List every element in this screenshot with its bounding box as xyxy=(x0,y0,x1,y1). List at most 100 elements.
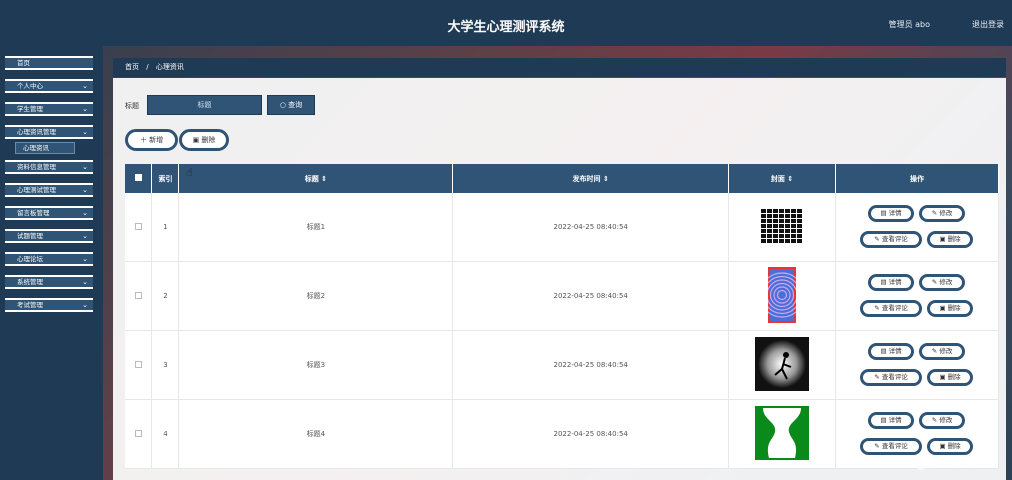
row-cover xyxy=(728,399,837,469)
edit-button[interactable]: ✎ 修改 xyxy=(919,274,966,291)
comment-icon: ✎ xyxy=(874,442,880,450)
batch-delete-label: 删除 xyxy=(201,136,216,144)
sidebar-item[interactable]: 留言板管理 ⌄ xyxy=(5,206,93,220)
select-all-checkbox[interactable] xyxy=(134,174,142,181)
delete-button[interactable]: ▣ 删除 xyxy=(927,300,974,317)
edit-button[interactable]: ✎ 修改 xyxy=(919,343,966,360)
sidebar-subitem[interactable]: 心理资讯 xyxy=(15,142,75,154)
view-comments-label: 查看评论 xyxy=(881,304,908,312)
header-cover-label: 封面 xyxy=(770,174,785,183)
sidebar-item-label: 学生管理 xyxy=(17,105,43,113)
sidebar-item[interactable]: 心理测试管理 ⌄ xyxy=(5,183,93,197)
table-row[interactable]: 3 标题3 2022-04-25 08:40:54 ▤ 详情 ✎ 修改 ✎ 查看评论 ▣ 删… xyxy=(125,330,999,400)
edit-icon: ✎ xyxy=(931,209,938,217)
table-header-row: 索引 标题 ⇕ 发布时间 ⇕ 封面 ⇕ 操作 xyxy=(125,164,999,193)
table-body: 1 标题1 2022-04-25 08:40:54 ▤ 详情 ✎ 修改 ✎ 查看评论 ▣ 删… xyxy=(125,193,999,469)
row-time: 2022-04-25 08:40:54 xyxy=(452,261,730,331)
edit-button[interactable]: ✎ 修改 xyxy=(919,205,966,222)
row-ops: ▤ 详情 ✎ 修改 ✎ 查看评论 ▣ 删除 xyxy=(835,261,999,331)
row-index: 3 xyxy=(151,330,180,400)
chevron-down-icon: ⌄ xyxy=(82,255,88,263)
sidebar-item-label: 首页 xyxy=(17,59,30,67)
sidebar-item-label: 考试管理 xyxy=(17,301,43,309)
view-comments-button[interactable]: ✎ 查看评论 xyxy=(860,231,923,248)
sidebar-item[interactable]: 资料信息管理 ⌄ xyxy=(5,160,93,174)
edit-label: 修改 xyxy=(939,416,953,424)
row-cover xyxy=(728,330,837,400)
table-row[interactable]: 1 标题1 2022-04-25 08:40:54 ▤ 详情 ✎ 修改 ✎ 查看评论 ▣ 删… xyxy=(125,193,999,262)
chevron-down-icon: ⌄ xyxy=(82,163,88,171)
sidebar-item[interactable]: 试题管理 ⌄ xyxy=(5,229,93,243)
sidebar-item-label: 个人中心 xyxy=(17,82,43,90)
edit-button[interactable]: ✎ 修改 xyxy=(919,412,966,429)
detail-icon: ▤ xyxy=(880,416,887,424)
detail-label: 详情 xyxy=(888,347,902,355)
breadcrumb: 首页 / 心理资讯 xyxy=(113,58,1006,77)
trash-icon: ▣ xyxy=(192,136,200,144)
detail-button[interactable]: ▤ 详情 xyxy=(868,205,915,222)
row-index: 1 xyxy=(151,193,180,262)
sidebar-item[interactable]: 考试管理 ⌄ xyxy=(5,298,93,312)
search-button-label: 查询 xyxy=(288,101,303,109)
table-row[interactable]: 2 标题2 2022-04-25 08:40:54 ▤ 详情 ✎ 修改 ✎ 查看评论 ▣ 删… xyxy=(125,261,999,331)
chevron-down-icon: ⌄ xyxy=(82,128,88,136)
sidebar-item[interactable]: 系统管理 ⌄ xyxy=(5,275,93,289)
breadcrumb-current: 心理资讯 xyxy=(155,63,184,71)
detail-button[interactable]: ▤ 详情 xyxy=(868,274,915,291)
batch-delete-button[interactable]: ▣ 删除 xyxy=(179,129,229,151)
view-comments-label: 查看评论 xyxy=(881,373,908,381)
detail-button[interactable]: ▤ 详情 xyxy=(868,412,915,429)
content-panel: 标题 标题 ○ 查询 ＋ 新增 ▣ 删除 索引 标题 ⇕ 发布时间 ⇕ 封面 ⇕… xyxy=(113,78,1006,480)
sidebar-item[interactable]: 个人中心 ⌄ xyxy=(5,79,93,93)
edit-label: 修改 xyxy=(939,278,953,286)
row-time: 2022-04-25 08:40:54 xyxy=(452,399,730,469)
select-all-header[interactable] xyxy=(125,164,153,193)
search-button[interactable]: ○ 查询 xyxy=(267,95,315,115)
detail-label: 详情 xyxy=(888,278,902,286)
sidebar-item[interactable]: 首页 xyxy=(5,56,93,70)
row-checkbox[interactable] xyxy=(134,429,142,437)
breadcrumb-home[interactable]: 首页 xyxy=(125,63,139,71)
sidebar-item[interactable]: 学生管理 ⌄ xyxy=(5,102,93,116)
row-checkbox[interactable] xyxy=(134,291,142,299)
view-comments-label: 查看评论 xyxy=(881,235,908,243)
sidebar-item-label: 心理测试管理 xyxy=(17,186,56,194)
detail-label: 详情 xyxy=(888,209,902,217)
logout-link[interactable]: 退出登录 xyxy=(972,19,1004,30)
trash-icon: ▣ xyxy=(939,304,946,312)
row-select-cell[interactable] xyxy=(125,399,153,469)
row-select-cell[interactable] xyxy=(125,193,153,262)
comment-icon: ✎ xyxy=(874,304,880,312)
sidebar-item[interactable]: 心理资讯管理 ⌄ xyxy=(5,125,93,139)
header-cover[interactable]: 封面 ⇕ xyxy=(728,164,837,193)
sidebar: 首页 个人中心 ⌄ 学生管理 ⌄ 心理资讯管理 ⌄ 心理资讯 资料信息管理 ⌄ 心理测试管理 ⌄ 留言板… xyxy=(0,46,103,480)
add-button[interactable]: ＋ 新增 xyxy=(125,129,178,151)
row-select-cell[interactable] xyxy=(125,330,153,400)
search-input[interactable]: 标题 xyxy=(147,95,262,115)
view-comments-button[interactable]: ✎ 查看评论 xyxy=(860,300,923,317)
chevron-down-icon: ⌄ xyxy=(82,105,88,113)
delete-label: 删除 xyxy=(947,235,961,243)
chevron-down-icon: ⌄ xyxy=(82,186,88,194)
user-label: 管理员 abo xyxy=(888,20,930,29)
row-checkbox[interactable] xyxy=(134,360,142,368)
table-row[interactable]: 4 标题4 2022-04-25 08:40:54 ▤ 详情 ✎ 修改 ✎ 查看评论 ▣ 删… xyxy=(125,399,999,469)
row-checkbox[interactable] xyxy=(134,222,142,230)
trash-icon: ▣ xyxy=(939,235,946,243)
detail-button[interactable]: ▤ 详情 xyxy=(868,343,915,360)
watermark: CSDN @小阿杰学长 xyxy=(869,455,998,471)
breadcrumb-separator: / xyxy=(146,63,149,71)
header-ops: 操作 xyxy=(835,164,999,193)
row-ops: ▤ 详情 ✎ 修改 ✎ 查看评论 ▣ 删除 xyxy=(835,193,999,262)
delete-button[interactable]: ▣ 删除 xyxy=(927,369,974,386)
header-title[interactable]: 标题 ⇕ xyxy=(178,164,454,193)
view-comments-button[interactable]: ✎ 查看评论 xyxy=(860,369,923,386)
row-time: 2022-04-25 08:40:54 xyxy=(452,330,730,400)
trash-icon: ▣ xyxy=(939,373,946,381)
row-select-cell[interactable] xyxy=(125,261,153,331)
sidebar-item[interactable]: 心理论坛 ⌄ xyxy=(5,252,93,266)
header-time[interactable]: 发布时间 ⇕ xyxy=(452,164,730,193)
delete-button[interactable]: ▣ 删除 xyxy=(927,231,974,248)
chevron-down-icon: ⌄ xyxy=(82,232,88,240)
edit-label: 修改 xyxy=(939,209,953,217)
